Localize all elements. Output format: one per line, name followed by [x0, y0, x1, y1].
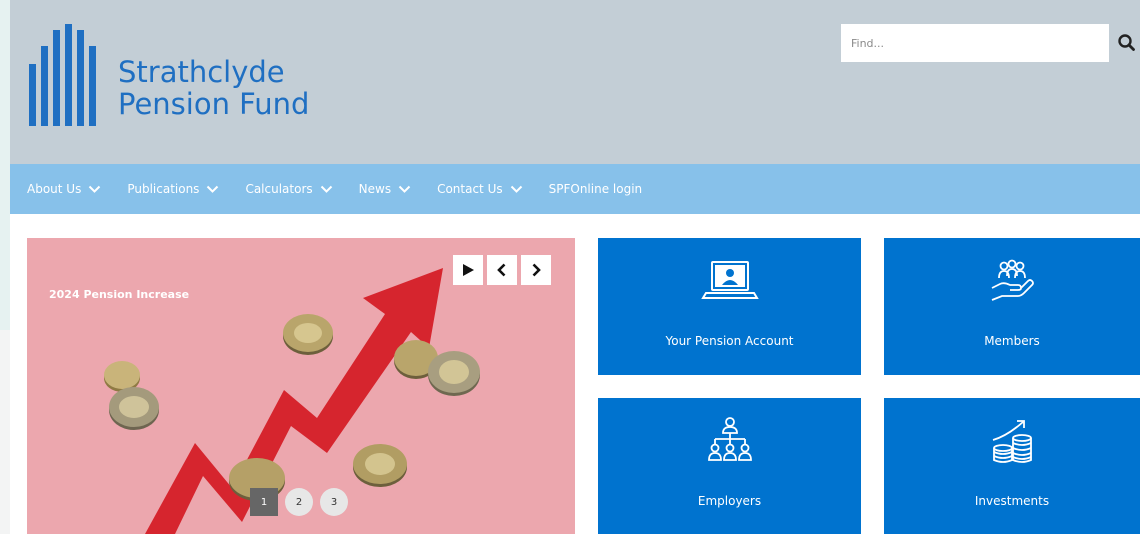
site-brand-name[interactable]: Strathclyde Pension Fund — [118, 56, 309, 120]
slider-page-1[interactable]: 1 — [250, 488, 278, 516]
tile-label: Your Pension Account — [665, 334, 794, 348]
nav-publications[interactable]: Publications — [127, 182, 219, 196]
brand-line-2: Pension Fund — [118, 87, 310, 121]
chevron-down-icon — [207, 185, 219, 193]
tile-employers[interactable]: Employers — [598, 398, 861, 534]
nav-contact-us[interactable]: Contact Us — [437, 182, 523, 196]
slider-pagination: 1 2 3 — [250, 488, 355, 516]
nav-item-label: Publications — [127, 182, 200, 196]
tile-investments[interactable]: Investments — [884, 398, 1140, 534]
coins-growth-icon — [992, 420, 1032, 463]
chevron-down-icon — [89, 185, 101, 193]
search-icon[interactable] — [1114, 30, 1140, 56]
nav-item-label: About Us — [27, 182, 82, 196]
search-input[interactable] — [841, 24, 1109, 62]
nav-item-label: News — [358, 182, 392, 196]
slider-play-button[interactable] — [453, 255, 483, 285]
tile-label: Investments — [974, 494, 1050, 508]
slide-caption[interactable]: 2024 Pension Increase — [49, 288, 189, 301]
tile-your-pension-account[interactable]: Your Pension Account — [598, 238, 861, 375]
brand-line-1: Strathclyde — [118, 55, 285, 89]
tile-label: Members — [984, 334, 1040, 348]
spf-logo-bars-icon[interactable] — [25, 22, 105, 130]
hand-people-icon — [991, 259, 1034, 301]
site-header: Strathclyde Pension Fund — [10, 0, 1140, 164]
nav-item-label: Contact Us — [437, 182, 503, 196]
nav-about-us[interactable]: About Us — [27, 182, 101, 196]
nav-item-label: Calculators — [245, 182, 313, 196]
tile-members[interactable]: Members — [884, 238, 1140, 375]
left-page-edge — [0, 0, 10, 534]
laptop-user-icon — [700, 261, 759, 299]
news-slider[interactable]: 2024 Pension Increase 1 2 3 — [27, 238, 575, 534]
chevron-down-icon — [320, 185, 332, 193]
slider-next-button[interactable] — [521, 255, 551, 285]
slider-prev-button[interactable] — [487, 255, 517, 285]
main-navigation: About Us Publications Calculators News C… — [10, 164, 1140, 214]
nav-calculators[interactable]: Calculators — [245, 182, 332, 196]
play-icon — [463, 264, 474, 276]
nav-spfonline-login[interactable]: SPFOnline login — [549, 182, 643, 196]
chevron-right-icon — [532, 263, 541, 277]
nav-item-label: SPFOnline login — [548, 182, 643, 196]
nav-news[interactable]: News — [359, 182, 411, 196]
slider-page-2[interactable]: 2 — [285, 488, 313, 516]
slider-page-3[interactable]: 3 — [320, 488, 348, 516]
chevron-down-icon — [510, 185, 522, 193]
chevron-left-icon — [497, 263, 506, 277]
tile-label: Employers — [697, 494, 762, 508]
left-edge-accent — [0, 0, 10, 330]
chevron-down-icon — [398, 185, 411, 193]
org-chart-icon — [707, 417, 752, 461]
